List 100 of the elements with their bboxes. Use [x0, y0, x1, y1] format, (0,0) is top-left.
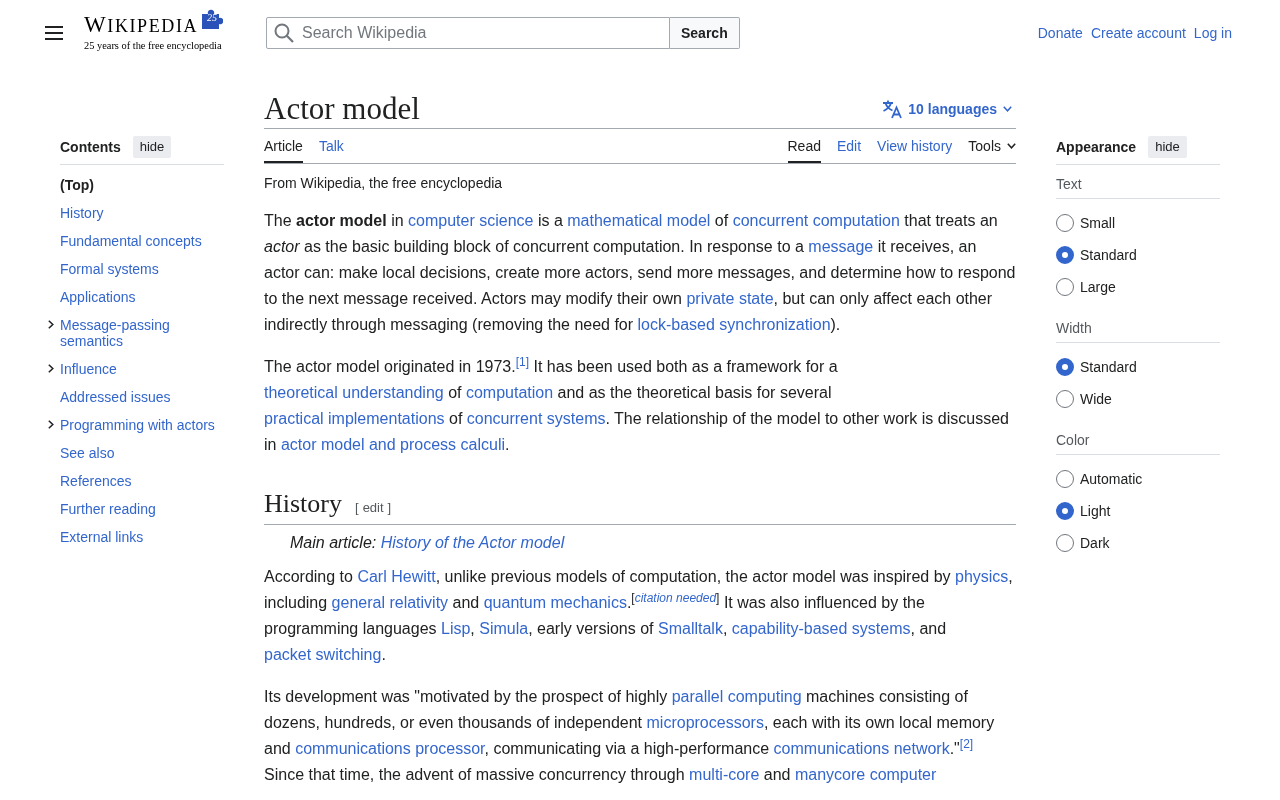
- header-link[interactable]: Create account: [1090, 22, 1186, 44]
- article-link[interactable]: Lisp: [441, 620, 471, 637]
- chevron-right-icon[interactable]: [48, 420, 54, 429]
- paragraph: The actor model originated in 1973.$^{[1]}$ It has been used both as a framework for a theoretical understanding of computation and as the theoretical basis for several practical implementations of concurrent systems. The relationship of the model to other work is discussed in actor model and process calculi.: [264, 354, 1010, 455]
- toc-link[interactable]: Further reading: [60, 501, 156, 517]
- sidebar-heading: Appearance: [1056, 137, 1137, 157]
- hide-button[interactable]: hide: [1148, 136, 1187, 158]
- chevron-right-icon[interactable]: [48, 364, 54, 373]
- paragraph: The actor model in computer science is a mathematical model of concurrent computation that treats an actor as the basic building block of concurrent computation. In response to a message it receives, an actor can: make local decisions, create more actors, send more messages, and determine how to respond to the next message received. Actors may modify their own private state, but can only affect each other indirectly through messaging (removing the need for lock-based synchronization).: [264, 211, 1016, 335]
- article-link[interactable]: microprocessors: [646, 714, 764, 731]
- article-link[interactable]: quantum mechanics: [483, 594, 627, 611]
- article-link[interactable]: parallel computing: [671, 688, 802, 705]
- article-link[interactable]: actor model and process calculi: [280, 436, 505, 453]
- toc-link[interactable]: See also: [60, 445, 115, 461]
- article-link[interactable]: theoretical understanding: [264, 384, 444, 401]
- radio-button[interactable]: [1056, 214, 1074, 232]
- reference-link[interactable]: [1]: [515, 355, 530, 369]
- toc-link[interactable]: Fundamental concepts: [60, 233, 202, 249]
- article-link[interactable]: manycore computer: [794, 766, 937, 783]
- puzzle-icon: [201, 8, 224, 30]
- logo-tagline: 25 years of the free encyclopedia: [84, 40, 223, 52]
- toc-link[interactable]: (Top): [60, 177, 94, 193]
- site-tagline: From Wikipedia, the free encyclopedia: [264, 174, 504, 193]
- hatnote: Main article: History of the Actor model: [289, 533, 566, 553]
- article-link[interactable]: multi-core: [689, 766, 760, 783]
- radio-button[interactable]: [1056, 278, 1074, 296]
- radio-label[interactable]: Automatic: [1080, 468, 1143, 490]
- chevron-down-icon: [1003, 106, 1012, 112]
- language-button[interactable]: 10 languages: [882, 98, 1016, 120]
- article-link[interactable]: computer science: [408, 212, 534, 229]
- header-link[interactable]: Log in: [1193, 22, 1232, 44]
- toc-link[interactable]: Addressed issues: [60, 389, 171, 405]
- edit-link[interactable]: edit: [362, 500, 384, 515]
- tab[interactable]: View history: [877, 129, 953, 163]
- anniversary-number: 25: [207, 13, 218, 23]
- radio-label[interactable]: Standard: [1080, 356, 1137, 378]
- toc-link[interactable]: Message-passing semantics: [60, 317, 224, 349]
- sidebar-heading: Contents: [60, 137, 121, 157]
- header-link[interactable]: Donate: [1037, 22, 1083, 44]
- toc-link[interactable]: References: [60, 473, 132, 489]
- tab[interactable]: Read: [787, 129, 821, 163]
- article-link[interactable]: message: [808, 238, 874, 255]
- radio-button[interactable]: [1056, 534, 1074, 552]
- radio-label[interactable]: Large: [1080, 276, 1116, 298]
- paragraph: Its development was "motivated by the prospect of highly parallel computing machines consisting of dozens, hundreds, or even thousands of independent microprocessors, each with its own local memory and communications processor, communicating via a high-performance communications network."$^{[2]}$ Since that time, the advent of massive concurrency through multi-core and manycore computer: [264, 687, 996, 785]
- article-link[interactable]: communications processor: [295, 740, 485, 757]
- toc-link[interactable]: History: [60, 205, 104, 221]
- toc-link[interactable]: External links: [60, 529, 144, 545]
- tab[interactable]: Talk: [318, 129, 344, 163]
- group-label: Color: [1056, 426, 1220, 455]
- article-link[interactable]: concurrent computation: [732, 212, 900, 229]
- article-link[interactable]: packet switching: [264, 646, 382, 663]
- menu-tab[interactable]: Tools: [968, 129, 1016, 163]
- article-link[interactable]: capability-based systems: [731, 620, 911, 637]
- tab[interactable]: Edit: [836, 129, 862, 163]
- radio-button[interactable]: [1056, 502, 1074, 520]
- search-button[interactable]: Search: [670, 17, 740, 49]
- toc-link[interactable]: Programming with actors: [60, 417, 215, 433]
- wordmark[interactable]: WIKIPEDIA: [84, 14, 199, 37]
- article-link[interactable]: communications network: [773, 740, 950, 757]
- article-link[interactable]: practical implementations: [264, 410, 445, 427]
- article-link[interactable]: mathematical model: [567, 212, 711, 229]
- tab[interactable]: Article: [264, 129, 303, 163]
- menu-icon: [45, 26, 63, 40]
- article-link[interactable]: concurrent systems: [466, 410, 606, 427]
- article-link[interactable]: general relativity: [331, 594, 449, 611]
- search-icon: [274, 23, 294, 43]
- article-link[interactable]: Smalltalk: [658, 620, 723, 637]
- radio-button[interactable]: [1056, 470, 1074, 488]
- page-title: Actor model: [264, 90, 420, 128]
- toc-link[interactable]: Applications: [60, 289, 136, 305]
- article-link[interactable]: Simula: [479, 620, 529, 637]
- toc-link[interactable]: Influence: [60, 361, 117, 377]
- article-link[interactable]: private state: [686, 290, 774, 307]
- article-link[interactable]: computation: [465, 384, 554, 401]
- radio-button[interactable]: [1056, 390, 1074, 408]
- article-link[interactable]: Carl Hewitt: [357, 568, 436, 585]
- radio-button[interactable]: [1056, 246, 1074, 264]
- chevron-right-icon[interactable]: [48, 320, 54, 329]
- article-link[interactable]: History of the Actor model: [380, 534, 565, 551]
- bracket: [: [355, 500, 359, 515]
- group-label: Text: [1056, 170, 1220, 199]
- bracket: ]: [387, 500, 392, 515]
- radio-label[interactable]: Wide: [1080, 388, 1112, 410]
- menu-button[interactable]: [44, 23, 64, 43]
- hide-button[interactable]: hide: [132, 136, 172, 158]
- section-heading: History: [264, 488, 342, 519]
- chevron-down-icon: [1007, 143, 1016, 149]
- radio-label[interactable]: Standard: [1080, 244, 1137, 266]
- radio-label[interactable]: Light: [1080, 500, 1111, 522]
- radio-button[interactable]: [1056, 358, 1074, 376]
- radio-label[interactable]: Small: [1080, 212, 1115, 234]
- translate-icon: [882, 99, 903, 119]
- article-link[interactable]: physics: [955, 568, 1009, 585]
- article-link[interactable]: lock-based synchronization: [637, 316, 831, 333]
- radio-label[interactable]: Dark: [1080, 532, 1110, 554]
- group-label: Width: [1056, 314, 1220, 343]
- reference-link[interactable]: [2]: [959, 737, 974, 751]
- search-field[interactable]: Search Wikipedia: [266, 17, 670, 49]
- toc-link[interactable]: Formal systems: [60, 261, 159, 277]
